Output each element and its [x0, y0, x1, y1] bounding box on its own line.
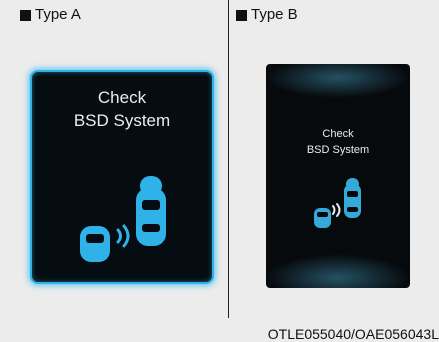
warning-message: Check BSD System: [266, 126, 410, 158]
type-b-label-text: Type B: [251, 6, 298, 23]
warning-message: Check BSD System: [32, 86, 212, 132]
message-line-2: BSD System: [73, 111, 171, 130]
message-line-1: Check: [97, 88, 147, 107]
divider: [228, 0, 229, 318]
message-line-1: Check: [322, 128, 354, 140]
cluster-display-type-a: Check BSD System: [30, 70, 214, 284]
page: { "panels": [ {"label": "Type A", "messa…: [0, 0, 439, 342]
square-bullet-icon: [20, 9, 31, 21]
blind-spot-warning-icon: [314, 178, 361, 228]
type-b-label: Type B: [236, 6, 298, 24]
figure-caption: OTLE055040/OAE056043L: [267, 326, 439, 342]
type-a-label: Type A: [20, 6, 81, 24]
type-a-label-text: Type A: [35, 6, 81, 23]
signal-waves-icon: [116, 224, 130, 248]
ego-car-icon: [136, 176, 166, 246]
signal-waves-icon: [332, 203, 341, 217]
blind-spot-warning-icon: [80, 176, 166, 262]
adjacent-car-icon: [80, 226, 110, 262]
adjacent-car-icon: [314, 208, 331, 228]
square-bullet-icon: [236, 9, 247, 21]
cluster-display-type-b: Check BSD System: [266, 64, 410, 288]
message-line-2: BSD System: [306, 144, 370, 156]
